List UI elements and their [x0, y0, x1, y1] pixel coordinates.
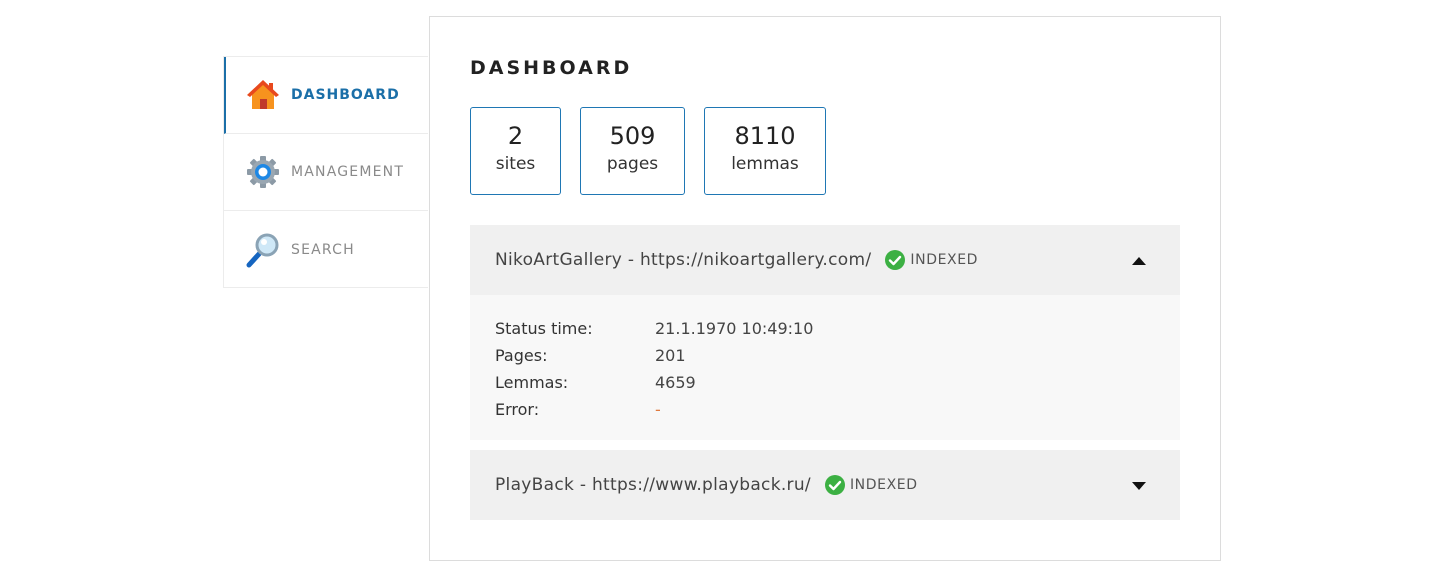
site-panel: NikoArtGallery - https://nikoartgallery.… — [470, 225, 1180, 440]
chevron-down-icon[interactable] — [1132, 478, 1146, 492]
check-circle-icon — [885, 250, 906, 270]
status-badge: INDEXED — [849, 477, 918, 493]
stat-value: 509 — [609, 122, 656, 150]
home-icon — [245, 77, 281, 113]
site-details: Status time: 21.1.1970 10:49:10 Pages: 2… — [470, 295, 1180, 440]
detail-row: Error: - — [495, 396, 1155, 423]
stat-label: sites — [495, 154, 536, 174]
detail-row: Pages: 201 — [495, 342, 1155, 369]
detail-row: Lemmas: 4659 — [495, 369, 1155, 396]
detail-key: Status time: — [495, 319, 593, 338]
site-header[interactable]: PlayBack - https://www.playback.ru/ INDE… — [470, 450, 1180, 520]
detail-value: 21.1.1970 10:49:10 — [655, 319, 814, 338]
sidebar-nav: DASHBOARD MANAGEMENT SEARCH — [223, 56, 428, 288]
magnifier-icon — [245, 232, 281, 268]
stat-value: 8110 — [734, 122, 796, 150]
error-value: - — [655, 400, 661, 419]
stat-value: 2 — [507, 122, 524, 150]
chevron-up-icon[interactable] — [1132, 253, 1146, 267]
site-header[interactable]: NikoArtGallery - https://nikoartgallery.… — [470, 225, 1180, 295]
detail-key: Lemmas: — [495, 373, 569, 392]
detail-value: 4659 — [655, 373, 696, 392]
check-circle-icon — [824, 475, 845, 495]
stat-card-sites: 2 sites — [470, 107, 561, 195]
site-panel: PlayBack - https://www.playback.ru/ INDE… — [470, 450, 1180, 520]
detail-value: 201 — [655, 346, 686, 365]
sidebar-item-search[interactable]: SEARCH — [224, 211, 428, 288]
detail-key: Error: — [495, 400, 540, 419]
status-badge: INDEXED — [910, 252, 979, 268]
detail-key: Pages: — [495, 346, 548, 365]
site-name: NikoArtGallery - https://nikoartgallery.… — [495, 250, 872, 270]
sidebar-item-label: DASHBOARD — [291, 87, 400, 103]
sidebar-item-label: SEARCH — [291, 241, 355, 258]
stat-label: lemmas — [731, 154, 799, 174]
dashboard-panel: DASHBOARD 2 sites 509 pages 8110 lemmas … — [429, 16, 1221, 561]
detail-row: Status time: 21.1.1970 10:49:10 — [495, 315, 1155, 342]
site-name: PlayBack - https://www.playback.ru/ — [495, 475, 811, 495]
gear-icon — [245, 154, 281, 190]
sidebar-item-dashboard[interactable]: DASHBOARD — [224, 57, 428, 134]
stat-label: pages — [606, 154, 659, 174]
sidebar-item-label: MANAGEMENT — [291, 164, 405, 180]
page-title: DASHBOARD — [470, 57, 633, 79]
stat-card-pages: 509 pages — [580, 107, 685, 195]
stat-card-lemmas: 8110 lemmas — [704, 107, 826, 195]
sidebar-item-management[interactable]: MANAGEMENT — [224, 134, 428, 211]
